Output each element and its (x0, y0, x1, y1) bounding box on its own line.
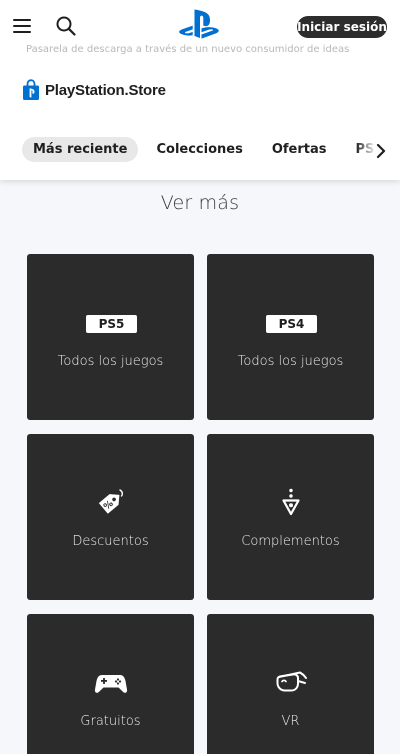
gamepad-icon (94, 675, 128, 693)
tile-label: Complementos (241, 534, 340, 549)
tile-gratuitos[interactable]: Gratuitos (27, 614, 194, 754)
announcement-text: Pasarela de descarga a través de un nuev… (26, 44, 350, 55)
add-ons-icon (282, 488, 300, 516)
tile-label: VR (281, 714, 300, 729)
menu-icon[interactable] (13, 19, 31, 33)
signin-button[interactable]: Iniciar sesión (297, 16, 387, 38)
ps5-badge: PS5 (86, 315, 137, 333)
discount-tag-icon: % (98, 489, 124, 514)
tab-colecciones[interactable]: Colecciones (145, 137, 253, 162)
playstation-store-logo[interactable]: PlayStation.Store (22, 76, 166, 104)
tab-ofertas[interactable]: Ofertas (261, 137, 338, 162)
playstation-logo-icon[interactable] (179, 9, 221, 41)
tile-ps5-all-games[interactable]: PS5 Todos los juegos (27, 254, 194, 420)
tile-vr[interactable]: VR (207, 614, 374, 754)
tile-descuentos[interactable]: % Descuentos (27, 434, 194, 600)
ps4-badge: PS4 (266, 315, 317, 333)
tab-mas-reciente[interactable]: Más reciente (22, 137, 139, 162)
tile-ps4-all-games[interactable]: PS4 Todos los juegos (207, 254, 374, 420)
top-header: Iniciar sesión Pasarela de descarga a tr… (0, 0, 400, 180)
tile-complementos[interactable]: Complementos (207, 434, 374, 600)
tile-label: Todos los juegos (57, 354, 164, 369)
store-name: PlayStation.Store (45, 81, 166, 99)
vr-headset-icon (276, 671, 307, 692)
chevron-right-icon[interactable] (371, 141, 391, 161)
tile-label: Descuentos (72, 534, 149, 549)
category-tabs: Más reciente Colecciones Ofertas PS5 (22, 137, 400, 162)
ver-mas-link[interactable]: Ver más (0, 192, 400, 214)
search-icon[interactable] (55, 15, 77, 37)
store-bag-icon (23, 79, 39, 100)
tile-label: Gratuitos (80, 714, 141, 729)
tile-label: Todos los juegos (237, 354, 344, 369)
